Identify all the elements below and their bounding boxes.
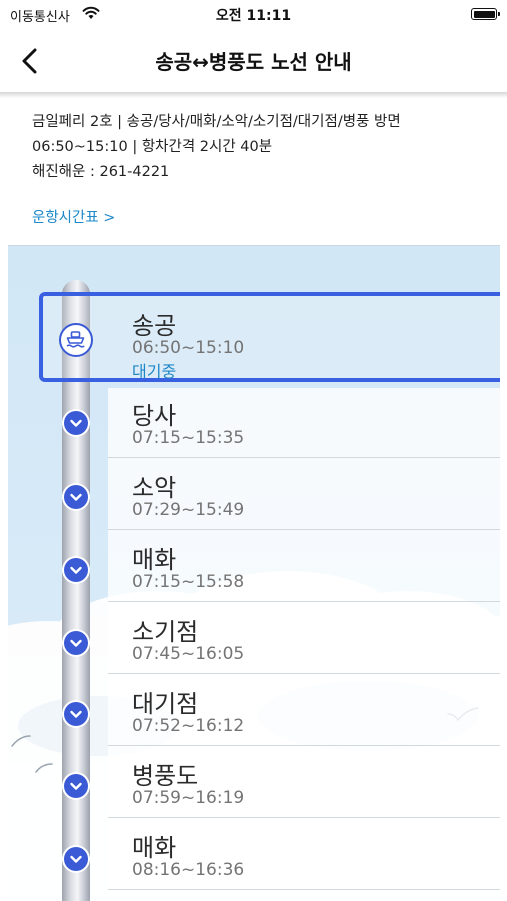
stop-time: 07:29~15:49	[132, 500, 245, 520]
chevron-down-icon	[64, 702, 88, 726]
stop-name: 대기점	[132, 690, 199, 718]
stop-status: 대기중	[132, 362, 177, 381]
status-bar: 이동통신사 오전 11:11	[0, 0, 507, 30]
chevron-down-icon	[64, 631, 88, 655]
stop-item[interactable]: 매화 08:16~16:36	[108, 820, 500, 890]
stop-name: 병풍도	[132, 762, 199, 790]
chevron-down-icon	[64, 411, 88, 435]
chevron-down-icon	[64, 847, 88, 871]
chevron-down-icon	[64, 774, 88, 798]
stop-name: 소악	[132, 474, 177, 502]
nav-shadow	[0, 92, 507, 98]
chevron-down-icon	[64, 558, 88, 582]
clock: 오전 11:11	[215, 8, 292, 24]
stop-time: 07:15~15:35	[132, 428, 245, 448]
stop-name: 당사	[132, 402, 177, 430]
stop-name: 매화	[132, 546, 177, 574]
battery-icon	[471, 8, 500, 20]
stop-name: 매화	[132, 834, 177, 862]
ship-icon	[59, 323, 93, 357]
stop-item-current[interactable]: 송공 06:50~15:10 대기중	[108, 298, 500, 381]
stop-item[interactable]: 소악 07:29~15:49	[108, 460, 500, 530]
stop-item[interactable]: 당사 07:15~15:35	[108, 388, 500, 458]
route-info: 금일페리 2호 | 송공/당사/매화/소악/소기점/대기점/병풍 방면 06:5…	[32, 110, 492, 226]
stop-time: 07:59~16:19	[132, 788, 245, 808]
stop-time: 06:50~15:10	[132, 338, 245, 358]
route-operator-line: 해진해운 : 261-4221	[32, 164, 170, 180]
stop-item[interactable]: 병풍도 07:59~16:19	[108, 748, 500, 818]
route-hours-line: 06:50~15:10 | 항차간격 2시간 40분	[32, 139, 273, 155]
stop-time: 07:45~16:05	[132, 644, 245, 664]
stop-time: 07:52~16:12	[132, 716, 245, 736]
stop-item[interactable]: 매화 07:15~15:58	[108, 532, 500, 602]
chevron-down-icon	[64, 485, 88, 509]
stop-name: 송공	[132, 312, 177, 340]
route-timeline: 송공 06:50~15:10 대기중 당사 07:15~15:35 소악 07:…	[8, 245, 500, 901]
page-title: 송공↔병풍도 노선 안내	[155, 50, 352, 74]
stop-item[interactable]: 대기점 07:52~16:12	[108, 676, 500, 746]
route-ferry-line: 금일페리 2호 | 송공/당사/매화/소악/소기점/대기점/병풍 방면	[32, 114, 401, 130]
stop-time: 07:15~15:58	[132, 572, 245, 592]
schedule-link[interactable]: 운항시간표 >	[32, 206, 115, 227]
stop-time: 08:16~16:36	[132, 860, 245, 880]
stop-name: 소기점	[132, 618, 199, 646]
stop-item[interactable]: 소기점 07:45~16:05	[108, 604, 500, 674]
navigation-bar: 송공↔병풍도 노선 안내	[0, 30, 507, 92]
